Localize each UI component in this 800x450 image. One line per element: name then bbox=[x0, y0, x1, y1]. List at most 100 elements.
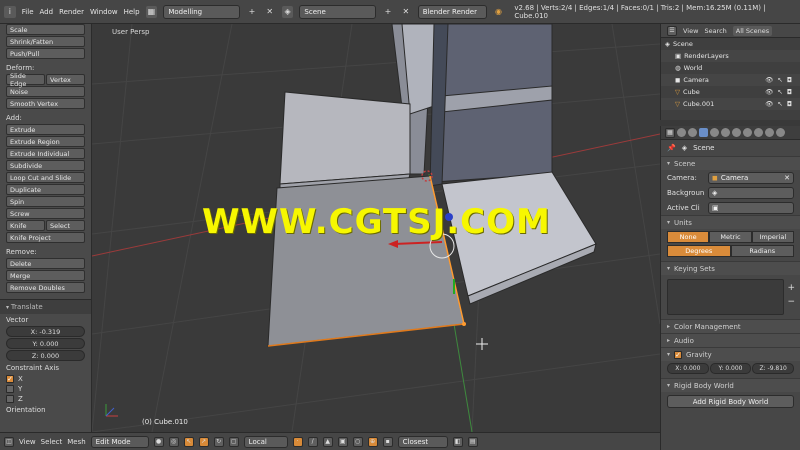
tool-scale-button[interactable]: Scale bbox=[6, 24, 85, 35]
tab-object-icon[interactable] bbox=[721, 128, 730, 137]
tab-world-icon[interactable] bbox=[710, 128, 719, 137]
outliner-row-camera[interactable]: ◼ Camera 👁 ↖ ◘ bbox=[661, 74, 800, 86]
rotate-manipulator-icon[interactable]: ↻ bbox=[213, 436, 224, 447]
tool-loop-cut-button[interactable]: Loop Cut and Slide bbox=[6, 172, 85, 183]
mode-select[interactable]: Edit Mode bbox=[90, 435, 149, 448]
tool-spin-button[interactable]: Spin bbox=[6, 196, 85, 207]
select-arrow-icon[interactable]: ↖ bbox=[777, 88, 782, 96]
face-select-mode-icon[interactable]: ▲ bbox=[322, 436, 333, 447]
gravity-y-field[interactable]: Y: 0.000 bbox=[709, 363, 752, 374]
outliner-search-menu[interactable]: Search bbox=[704, 27, 726, 35]
menu-view[interactable]: View bbox=[19, 438, 36, 446]
transform-orientation-select[interactable]: Local bbox=[243, 435, 288, 448]
outliner-row-cube-001[interactable]: ▽ Cube.001 👁 ↖ ◘ bbox=[661, 98, 800, 110]
tool-knife-project-button[interactable]: Knife Project bbox=[6, 232, 85, 243]
tool-slide-edge-button[interactable]: Slide Edge bbox=[6, 72, 45, 88]
outliner-filter-select[interactable]: All Scenes bbox=[732, 25, 773, 36]
tab-data-icon[interactable] bbox=[754, 128, 763, 137]
visibility-eye-icon[interactable]: 👁 bbox=[765, 100, 773, 108]
tab-modifiers-icon[interactable] bbox=[743, 128, 752, 137]
selected-vertex[interactable] bbox=[462, 322, 466, 326]
panel-units-header[interactable]: ▾ Units bbox=[661, 215, 800, 229]
tool-push-pull-button[interactable]: Push/Pull bbox=[6, 48, 85, 59]
tab-constraints-icon[interactable] bbox=[732, 128, 741, 137]
edge-select-mode-icon[interactable]: / bbox=[307, 436, 318, 447]
menu-select[interactable]: Select bbox=[41, 438, 63, 446]
unit-imperial-button[interactable]: Imperial bbox=[751, 231, 794, 243]
scale-manipulator-icon[interactable]: ▢ bbox=[228, 436, 239, 447]
background-field[interactable]: ◈ bbox=[708, 186, 794, 199]
3d-viewport[interactable]: User Persp (0) Cube.010 WWW.CGTSJ.COM bbox=[92, 24, 660, 432]
rotation-degrees-button[interactable]: Degrees bbox=[667, 245, 731, 257]
unit-none-button[interactable]: None bbox=[667, 231, 710, 243]
visibility-eye-icon[interactable]: 👁 bbox=[765, 76, 773, 84]
scene-icon[interactable]: ◈ bbox=[281, 5, 294, 18]
tool-knife-button[interactable]: Knife bbox=[6, 220, 45, 231]
layer-icon[interactable]: ▤ bbox=[467, 436, 478, 447]
pin-icon[interactable]: 📌 bbox=[667, 144, 676, 152]
manipulator-toggle-icon[interactable]: ↖ bbox=[183, 436, 194, 447]
limit-selection-icon[interactable]: ▣ bbox=[337, 436, 348, 447]
snap-target-select[interactable]: Closest bbox=[397, 435, 448, 448]
active-clip-field[interactable]: ▣ bbox=[708, 201, 794, 214]
constraint-y-checkbox[interactable]: Y bbox=[0, 384, 91, 394]
screen-layout-field[interactable]: Modelling bbox=[163, 4, 241, 19]
editor-type-icon[interactable]: ◫ bbox=[4, 436, 14, 447]
menu-add[interactable]: Add bbox=[40, 8, 54, 16]
menu-help[interactable]: Help bbox=[124, 8, 140, 16]
gravity-checkbox[interactable]: ✓ bbox=[674, 350, 683, 359]
outliner-row-cube[interactable]: ▽ Cube 👁 ↖ ◘ bbox=[661, 86, 800, 98]
tool-knife-select-button[interactable]: Select bbox=[46, 220, 85, 231]
outliner-row-scene[interactable]: ◈ Scene bbox=[661, 38, 800, 50]
pivot-point-icon[interactable]: ◎ bbox=[168, 436, 179, 447]
camera-field[interactable]: ◼ Camera ✕ bbox=[708, 171, 794, 184]
outliner-row-world[interactable]: ◍ World bbox=[661, 62, 800, 74]
tool-extrude-button[interactable]: Extrude bbox=[6, 124, 85, 135]
panel-color-management-header[interactable]: ▸ Color Management bbox=[661, 319, 800, 333]
vector-x-field[interactable]: X: -0.319 bbox=[6, 326, 85, 337]
panel-audio-header[interactable]: ▸ Audio bbox=[661, 333, 800, 347]
clear-icon[interactable]: ✕ bbox=[784, 174, 793, 182]
menu-window[interactable]: Window bbox=[90, 8, 118, 16]
panel-gravity-header[interactable]: ▾ ✓ Gravity bbox=[661, 347, 800, 361]
snap-element-icon[interactable]: ▪ bbox=[382, 436, 393, 447]
tool-merge-button[interactable]: Merge bbox=[6, 270, 85, 281]
add-scene-icon[interactable]: + bbox=[382, 6, 394, 18]
add-rigid-body-world-button[interactable]: Add Rigid Body World bbox=[667, 395, 794, 408]
render-camera-icon[interactable]: ◘ bbox=[787, 76, 792, 84]
tool-noise-button[interactable]: Noise bbox=[6, 86, 85, 97]
tab-scene-icon[interactable] bbox=[699, 128, 708, 137]
add-screen-icon[interactable]: + bbox=[246, 6, 258, 18]
properties-editor-icon[interactable]: ▦ bbox=[665, 127, 675, 138]
render-preview-icon[interactable]: ◧ bbox=[452, 436, 463, 447]
select-arrow-icon[interactable]: ↖ bbox=[777, 100, 782, 108]
rotation-radians-button[interactable]: Radians bbox=[730, 245, 794, 257]
outliner-row-renderlayers[interactable]: ▣ RenderLayers bbox=[661, 50, 800, 62]
visibility-eye-icon[interactable]: 👁 bbox=[765, 88, 773, 96]
tool-screw-button[interactable]: Screw bbox=[6, 208, 85, 219]
menu-file[interactable]: File bbox=[22, 8, 34, 16]
panel-scene-header[interactable]: ▾ Scene bbox=[661, 156, 800, 170]
gravity-z-field[interactable]: Z: -9.810 bbox=[752, 363, 795, 374]
panel-keying-header[interactable]: ▾ Keying Sets bbox=[661, 261, 800, 275]
tool-delete-button[interactable]: Delete bbox=[6, 258, 85, 269]
info-editor-icon[interactable]: i bbox=[4, 5, 16, 18]
tool-duplicate-button[interactable]: Duplicate bbox=[6, 184, 85, 195]
screen-layout-icon[interactable]: ▦ bbox=[145, 5, 158, 18]
outliner-editor-icon[interactable]: ☰ bbox=[667, 25, 677, 36]
remove-keying-set-icon[interactable]: − bbox=[787, 297, 795, 307]
vertex-select-mode-icon[interactable]: · bbox=[292, 436, 303, 447]
vector-z-field[interactable]: Z: 0.000 bbox=[6, 350, 85, 361]
outliner-view-menu[interactable]: View bbox=[683, 27, 698, 35]
translate-manipulator-icon[interactable]: ↗ bbox=[198, 436, 209, 447]
tool-vertex-button[interactable]: Vertex bbox=[46, 74, 85, 85]
menu-render[interactable]: Render bbox=[59, 8, 84, 16]
gravity-x-field[interactable]: X: 0.000 bbox=[667, 363, 709, 374]
tool-remove-doubles-button[interactable]: Remove Doubles bbox=[6, 282, 85, 293]
constraint-z-checkbox[interactable]: Z bbox=[0, 394, 91, 404]
tool-subdivide-button[interactable]: Subdivide bbox=[6, 160, 85, 171]
menu-mesh[interactable]: Mesh bbox=[67, 438, 85, 446]
tool-extrude-individual-button[interactable]: Extrude Individual bbox=[6, 148, 85, 159]
proportional-edit-icon[interactable]: ○ bbox=[352, 436, 363, 447]
select-arrow-icon[interactable]: ↖ bbox=[777, 76, 782, 84]
